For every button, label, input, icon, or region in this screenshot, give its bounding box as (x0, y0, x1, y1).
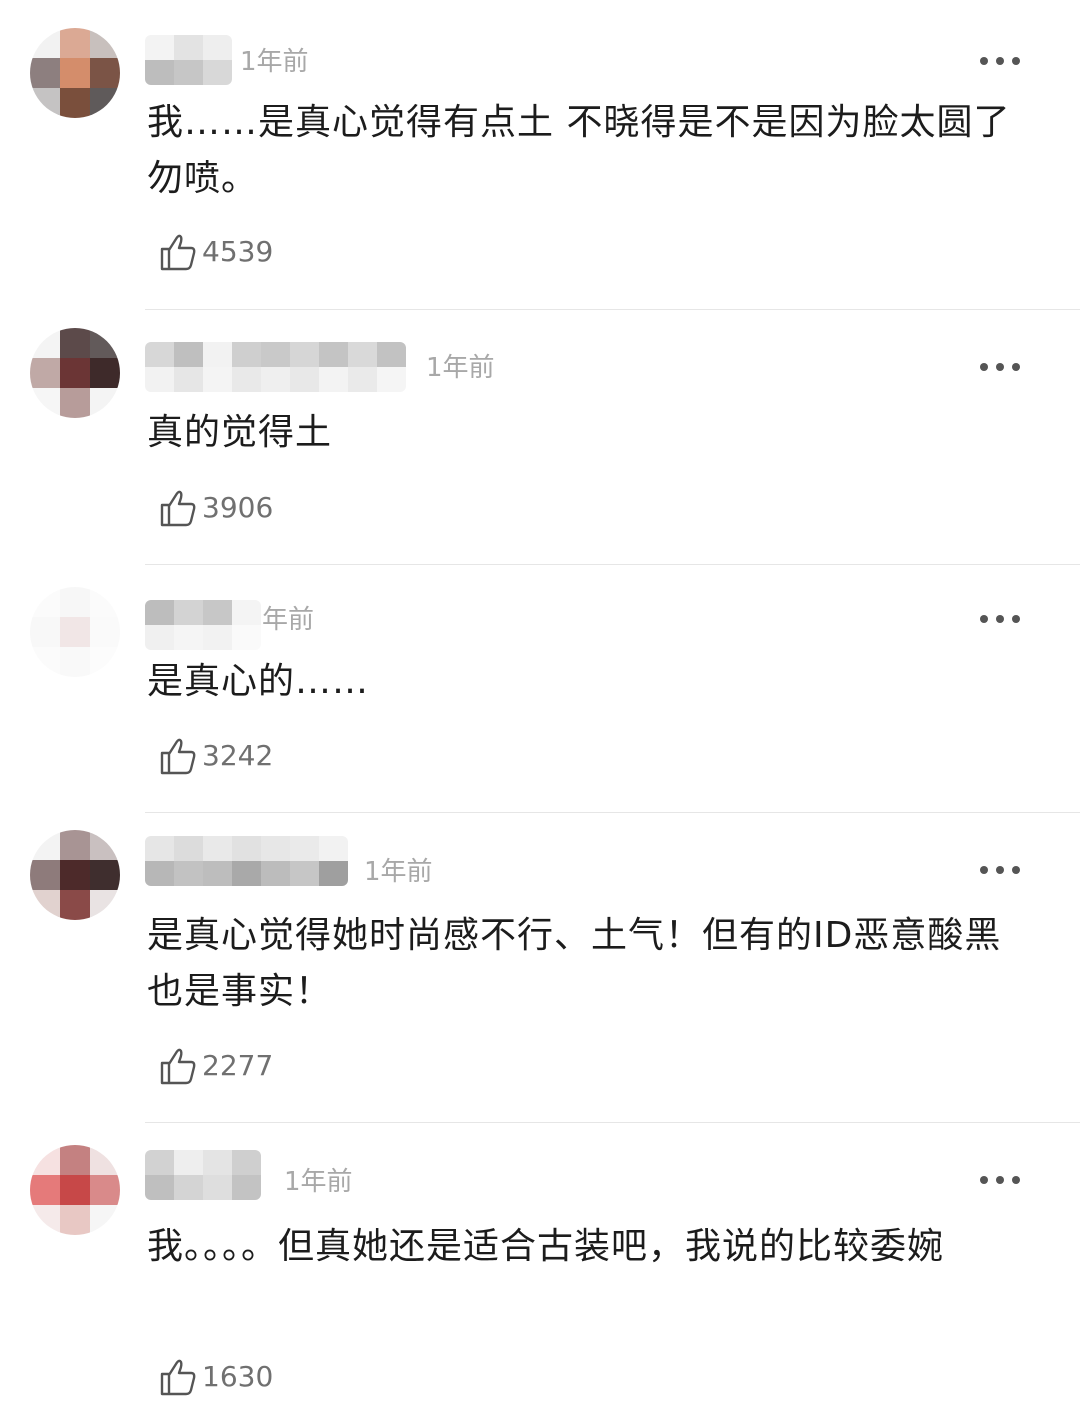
more-dots-icon[interactable] (980, 1174, 1020, 1186)
more-dots-icon[interactable] (980, 613, 1020, 625)
like-count: 3242 (202, 739, 274, 772)
comment-text: 是真心觉得她时尚感不行、土气！但有的ID恶意酸黑也是事实！ (147, 915, 1002, 1012)
avatar[interactable] (30, 830, 120, 920)
like-count: 2277 (202, 1049, 274, 1082)
comment-time: 年前 (262, 605, 315, 635)
divider (145, 812, 1080, 813)
like-button[interactable]: 3242 (158, 734, 273, 778)
thumbs-up-icon (158, 1356, 198, 1398)
username-pixelated[interactable] (145, 1150, 261, 1200)
like-button[interactable]: 4539 (158, 230, 273, 274)
avatar[interactable] (30, 587, 120, 677)
thumbs-up-icon (158, 231, 198, 273)
divider (145, 564, 1080, 565)
divider (145, 1122, 1080, 1123)
comment-text: 是真心的…… (147, 661, 370, 702)
comment-time: 1年前 (426, 353, 495, 383)
more-dots-icon[interactable] (980, 864, 1020, 876)
username-pixelated[interactable] (145, 35, 232, 85)
like-count: 3906 (202, 491, 274, 524)
thumbs-up-icon (158, 487, 198, 529)
comment-time: 1年前 (284, 1167, 353, 1197)
username-pixelated[interactable] (145, 600, 261, 650)
thumbs-up-icon (158, 735, 198, 777)
more-dots-icon[interactable] (980, 361, 1020, 373)
like-button[interactable]: 2277 (158, 1044, 273, 1088)
divider (145, 309, 1080, 310)
like-count: 1630 (202, 1360, 274, 1393)
username-pixelated[interactable] (145, 342, 406, 392)
comment-text: 真的觉得土 (147, 412, 333, 453)
like-count: 4539 (202, 235, 274, 268)
comment-time: 1年前 (364, 857, 433, 887)
avatar[interactable] (30, 328, 120, 418)
like-button[interactable]: 3906 (158, 486, 273, 530)
more-dots-icon[interactable] (980, 55, 1020, 67)
thumbs-up-icon (158, 1045, 198, 1087)
like-button[interactable]: 1630 (158, 1355, 273, 1399)
comment-time: 1年前 (240, 47, 309, 77)
avatar[interactable] (30, 28, 120, 118)
avatar[interactable] (30, 1145, 120, 1235)
comment-text: 我……是真心觉得有点土 不晓得是不是因为脸太圆了 勿喷。 (147, 102, 1011, 199)
comment-text: 我。。。。但真她还是适合古装吧，我说的比较委婉 (147, 1226, 945, 1267)
username-pixelated[interactable] (145, 836, 348, 886)
